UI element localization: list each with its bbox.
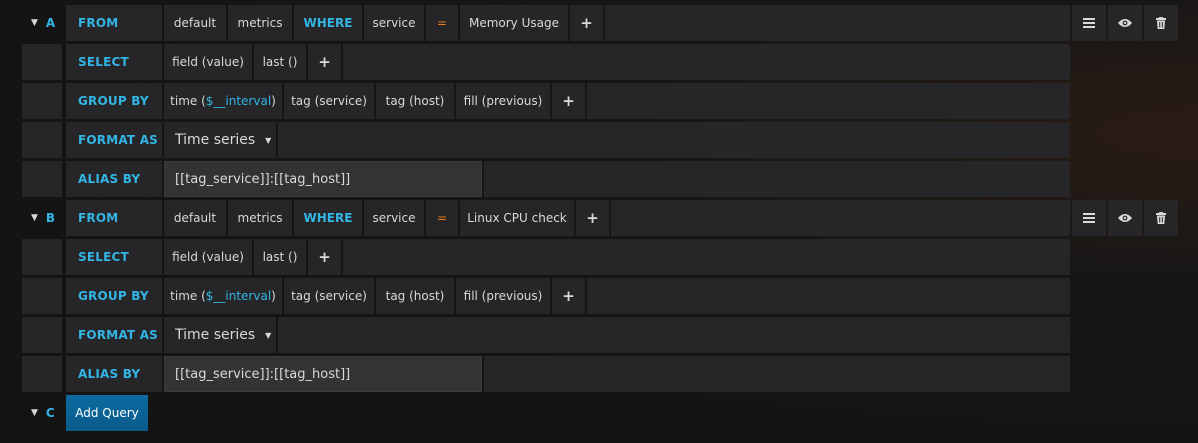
toggle-visibility-button[interactable] <box>1108 200 1142 236</box>
row-filler <box>484 356 1070 392</box>
query-ref-id: C <box>45 406 55 420</box>
alias-by-label: ALIAS BY <box>66 356 162 392</box>
policy-segment[interactable]: default <box>164 5 226 41</box>
query-collapse-toggle[interactable]: ▼ B <box>22 200 62 236</box>
operator-segment[interactable]: = <box>426 5 458 41</box>
tag-key-segment[interactable]: service <box>364 5 424 41</box>
query-menu-button[interactable] <box>1072 200 1106 236</box>
select-field-segment[interactable]: field (value) <box>164 44 252 80</box>
tag-value-segment[interactable]: Linux CPU check <box>460 200 574 236</box>
group-time-variable: $__interval <box>205 94 272 108</box>
select-function-segment[interactable]: last () <box>254 239 306 275</box>
alias-by-input[interactable]: [[tag_service]]:[[tag_host]] <box>164 356 482 392</box>
group-by-label: GROUP BY <box>66 278 162 314</box>
group-time-variable: $__interval <box>205 289 272 303</box>
group-tag-host-segment[interactable]: tag (host) <box>376 83 454 119</box>
group-time-segment[interactable]: time ($__interval) <box>164 83 282 119</box>
add-where-button[interactable]: + <box>576 200 609 236</box>
add-select-button[interactable]: + <box>308 44 341 80</box>
from-label: FROM <box>66 200 162 236</box>
row-filler <box>343 239 1070 275</box>
caret-down-icon: ▼ <box>31 18 38 28</box>
format-as-label: FORMAT AS <box>66 317 162 353</box>
trash-icon <box>1156 17 1166 29</box>
measurement-segment[interactable]: metrics <box>228 200 292 236</box>
query-ref-id: A <box>45 16 56 30</box>
row-filler <box>587 83 1070 119</box>
group-by-label: GROUP BY <box>66 83 162 119</box>
row-filler <box>587 278 1070 314</box>
add-where-button[interactable]: + <box>570 5 603 41</box>
alias-by-label: ALIAS BY <box>66 161 162 197</box>
policy-segment[interactable]: default <box>164 200 226 236</box>
tag-key-segment[interactable]: service <box>364 200 424 236</box>
alias-by-input[interactable]: [[tag_service]]:[[tag_host]] <box>164 161 482 197</box>
menu-icon <box>1083 18 1095 28</box>
add-group-by-button[interactable]: + <box>552 83 585 119</box>
add-select-button[interactable]: + <box>308 239 341 275</box>
caret-down-icon: ▼ <box>31 408 38 418</box>
row-gutter <box>22 161 62 197</box>
row-filler <box>605 5 1070 41</box>
row-gutter <box>22 122 62 158</box>
tag-value-segment[interactable]: Memory Usage <box>460 5 568 41</box>
caret-down-icon: ▼ <box>265 135 272 145</box>
operator-segment[interactable]: = <box>426 200 458 236</box>
query-ref-id: B <box>45 211 56 225</box>
select-field-segment[interactable]: field (value) <box>164 239 252 275</box>
row-gutter <box>22 83 62 119</box>
eye-icon <box>1118 19 1132 27</box>
menu-icon <box>1083 213 1095 223</box>
group-time-segment[interactable]: time ($__interval) <box>164 278 282 314</box>
group-fill-segment[interactable]: fill (previous) <box>456 83 550 119</box>
row-gutter <box>22 44 62 80</box>
format-as-value: Time series <box>175 327 256 343</box>
format-as-select[interactable]: Time series ▼ <box>164 122 276 158</box>
row-gutter <box>22 278 62 314</box>
group-tag-service-segment[interactable]: tag (service) <box>284 83 374 119</box>
row-gutter <box>22 239 62 275</box>
select-label: SELECT <box>66 239 162 275</box>
query-collapse-toggle[interactable]: ▼ A <box>22 5 62 41</box>
add-query-button[interactable]: Add Query <box>66 395 148 431</box>
trash-icon <box>1156 212 1166 224</box>
row-filler <box>278 317 1070 353</box>
group-time-prefix: time ( <box>170 94 206 108</box>
group-fill-segment[interactable]: fill (previous) <box>456 278 550 314</box>
format-as-select[interactable]: Time series ▼ <box>164 317 276 353</box>
eye-icon <box>1118 214 1132 222</box>
add-group-by-button[interactable]: + <box>552 278 585 314</box>
caret-down-icon: ▼ <box>31 213 38 223</box>
format-as-label: FORMAT AS <box>66 122 162 158</box>
row-filler <box>484 161 1070 197</box>
measurement-segment[interactable]: metrics <box>228 5 292 41</box>
select-function-segment[interactable]: last () <box>254 44 306 80</box>
row-filler <box>278 122 1070 158</box>
row-filler <box>611 200 1070 236</box>
caret-down-icon: ▼ <box>265 330 272 340</box>
remove-query-button[interactable] <box>1144 5 1178 41</box>
query-collapse-toggle[interactable]: ▼ C <box>22 395 62 431</box>
group-tag-host-segment[interactable]: tag (host) <box>376 278 454 314</box>
query-editor: ▼ A FROM default metrics WHERE service =… <box>0 0 1198 443</box>
row-gutter <box>22 317 62 353</box>
row-gutter <box>22 356 62 392</box>
where-label: WHERE <box>294 5 362 41</box>
row-filler <box>343 44 1070 80</box>
group-time-suffix: ) <box>271 289 276 303</box>
toggle-visibility-button[interactable] <box>1108 5 1142 41</box>
select-label: SELECT <box>66 44 162 80</box>
format-as-value: Time series <box>175 132 256 148</box>
group-tag-service-segment[interactable]: tag (service) <box>284 278 374 314</box>
from-label: FROM <box>66 5 162 41</box>
where-label: WHERE <box>294 200 362 236</box>
group-time-suffix: ) <box>271 94 276 108</box>
query-menu-button[interactable] <box>1072 5 1106 41</box>
remove-query-button[interactable] <box>1144 200 1178 236</box>
group-time-prefix: time ( <box>170 289 206 303</box>
